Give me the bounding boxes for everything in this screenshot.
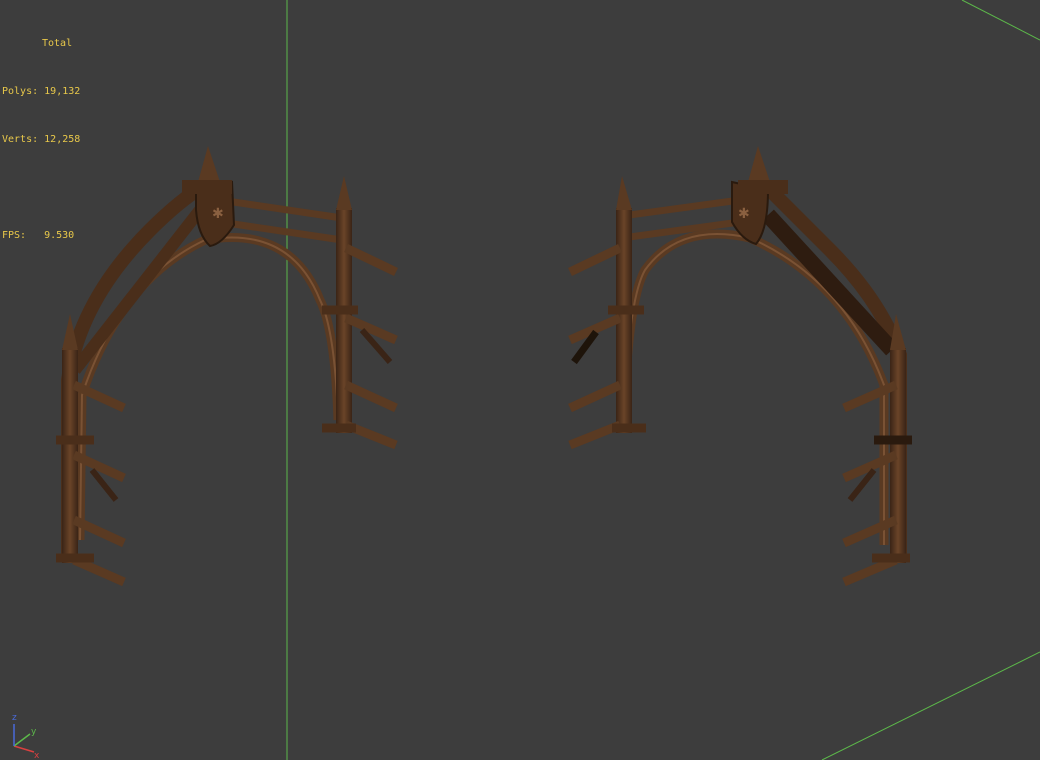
stats-verts-value: 12,258 <box>44 134 81 145</box>
axis-gizmo-y <box>13 733 31 747</box>
right-gate-arch-inner <box>619 229 889 545</box>
stats-polys-label: Polys: <box>2 86 39 97</box>
left-gate-model[interactable]: ✱ <box>56 146 398 587</box>
stats-polys-row: Polys: 19,132 <box>2 84 80 100</box>
svg-text:✱: ✱ <box>738 206 750 222</box>
svg-text:✱: ✱ <box>212 206 224 222</box>
stats-polys-value: 19,132 <box>44 86 81 97</box>
stats-total-label: Total <box>42 38 73 49</box>
stats-verts-label: Verts: <box>2 134 39 145</box>
right-gate-model[interactable]: ✱ <box>568 146 912 587</box>
stats-fps-label: FPS: <box>2 230 27 241</box>
stats-fps-value: 9.530 <box>44 230 75 241</box>
viewport-statistics: Total Polys: 19,132 Verts: 12,258 FPS: 9.… <box>2 4 80 276</box>
axis-gizmo-z-label: z <box>12 713 17 723</box>
axis-gizmo-y-label: y <box>31 727 37 737</box>
stats-verts-row: Verts: 12,258 <box>2 132 80 148</box>
viewport-scene[interactable]: ✱ ✱ z y x <box>0 0 1040 760</box>
axis-gizmo: z y x <box>12 713 40 760</box>
axis-gizmo-x-label: x <box>34 751 40 760</box>
3d-viewport[interactable]: ✱ ✱ z y x Total Polys: 19,132 Verts: 12,… <box>0 0 1040 760</box>
grid-line-bottom-right <box>821 651 1040 760</box>
left-gate-arch-inner <box>75 233 343 541</box>
axis-gizmo-x <box>13 745 35 753</box>
grid-line-top-right <box>961 0 1040 41</box>
stats-fps-row: FPS: 9.530 <box>2 228 80 244</box>
